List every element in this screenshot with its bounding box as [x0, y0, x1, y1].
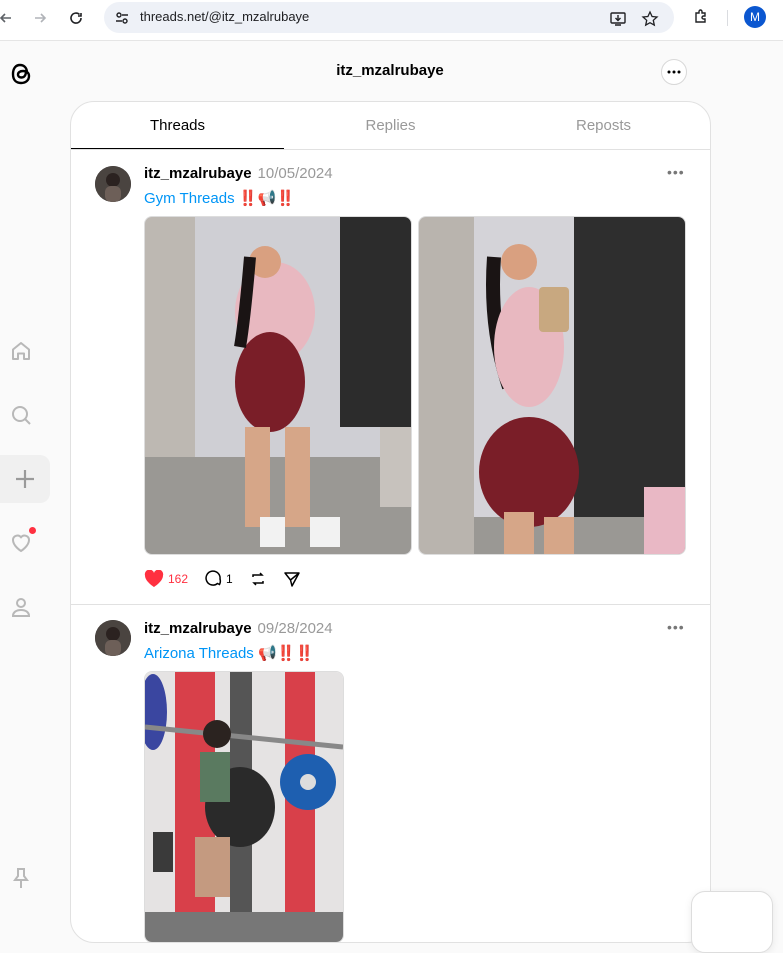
post-caption: Gym Threads ‼️📢‼️: [144, 189, 295, 207]
topic-tag[interactable]: Arizona Threads: [144, 645, 254, 662]
like-button[interactable]: 162: [144, 570, 188, 588]
threads-logo-icon[interactable]: [5, 57, 37, 91]
nav-activity[interactable]: [0, 519, 42, 567]
reply-button[interactable]: 1: [204, 570, 233, 588]
avatar[interactable]: [95, 166, 131, 202]
plus-icon: [16, 470, 34, 488]
post-caption: Arizona Threads 📢‼️‼️: [144, 644, 314, 662]
post-image[interactable]: [418, 216, 686, 555]
tab-replies[interactable]: Replies: [284, 102, 497, 149]
toolbar-separator: [727, 10, 728, 26]
forward-icon[interactable]: [28, 6, 52, 30]
post-more-icon[interactable]: •••: [667, 619, 685, 635]
site-info-icon[interactable]: [114, 10, 130, 31]
back-icon[interactable]: [0, 6, 18, 30]
send-icon: [283, 572, 300, 587]
user-icon: [11, 598, 31, 617]
repost-icon: [251, 572, 264, 586]
tab-reposts[interactable]: Reposts: [497, 102, 710, 149]
post: itz_mzalrubaye 10/05/2024 ••• Gym Threads…: [71, 150, 710, 604]
repost-button[interactable]: [249, 570, 267, 588]
like-count: 162: [168, 572, 189, 586]
install-app-icon[interactable]: [608, 9, 628, 29]
profile-tabs: Threads Replies Reposts: [71, 102, 710, 150]
post: itz_mzalrubaye 09/28/2024 ••• Arizona Thr…: [71, 605, 710, 942]
username-text[interactable]: itz_mzalrubaye: [144, 165, 252, 182]
post-date[interactable]: 09/28/2024: [258, 620, 333, 637]
comment-icon: [205, 570, 222, 586]
post-author[interactable]: itz_mzalrubaye 09/28/2024: [144, 620, 333, 637]
avatar[interactable]: [95, 620, 131, 656]
header-more-button[interactable]: [661, 59, 687, 85]
nav-home[interactable]: [0, 327, 42, 375]
nav-pin[interactable]: [0, 854, 42, 902]
pin-icon: [13, 868, 29, 888]
notification-dot: [29, 527, 36, 534]
tab-threads[interactable]: Threads: [71, 102, 284, 149]
post-actions: 162 1: [144, 569, 317, 589]
home-icon: [12, 342, 30, 360]
topic-tag[interactable]: Gym Threads: [144, 190, 235, 207]
post-more-icon[interactable]: •••: [667, 164, 685, 180]
heart-filled-icon: [144, 570, 164, 587]
reload-icon[interactable]: [64, 6, 88, 30]
heart-icon: [11, 534, 31, 553]
page-title: itz_mzalrubaye: [336, 62, 444, 79]
new-thread-float-button[interactable]: [691, 891, 773, 953]
profile-avatar[interactable]: M: [744, 6, 766, 28]
post-image[interactable]: [144, 216, 412, 555]
share-button[interactable]: [283, 570, 301, 588]
post-date[interactable]: 10/05/2024: [258, 165, 333, 182]
username-text[interactable]: itz_mzalrubaye: [144, 620, 252, 637]
nav-search[interactable]: [0, 391, 42, 439]
reply-count: 1: [226, 572, 233, 586]
bookmark-star-icon[interactable]: [640, 9, 660, 29]
extensions-icon[interactable]: [691, 7, 711, 27]
url-text[interactable]: threads.net/@itz_mzalrubaye: [140, 9, 309, 24]
caption-text: 📢‼️‼️: [253, 645, 314, 662]
nav-create[interactable]: [0, 455, 50, 503]
post-author[interactable]: itz_mzalrubaye 10/05/2024: [144, 165, 333, 182]
profile-feed: Threads Replies Reposts itz_mzalrubaye 10…: [70, 101, 711, 943]
nav-profile[interactable]: [0, 583, 42, 631]
address-bar[interactable]: threads.net/@itz_mzalrubaye: [104, 2, 674, 33]
caption-text: ‼️📢‼️: [234, 190, 295, 207]
post-video[interactable]: [144, 671, 344, 942]
browser-toolbar: threads.net/@itz_mzalrubaye M: [0, 0, 783, 41]
search-icon: [12, 406, 31, 425]
more-dots-icon: [667, 70, 681, 74]
